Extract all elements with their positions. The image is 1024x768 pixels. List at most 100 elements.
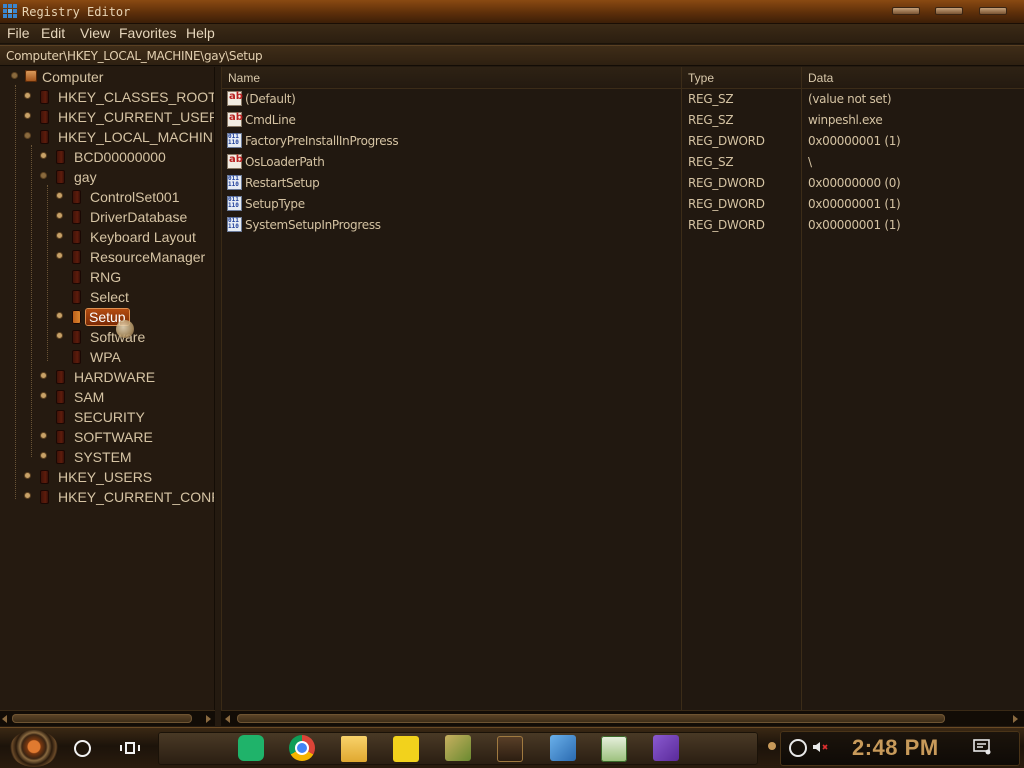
menu-favorites[interactable]: Favorites [119,25,177,41]
minimize-button[interactable] [892,7,920,15]
tree-label: ControlSet001 [90,189,180,205]
file-explorer-icon[interactable] [341,736,367,762]
expand-icon[interactable] [40,452,47,459]
scroll-left-icon[interactable] [225,715,230,723]
tree-node-hkey-current-config[interactable]: HKEY_CURRENT_CONFIG [0,487,214,507]
expand-icon[interactable] [56,192,63,199]
chrome-center [297,743,307,753]
close-button[interactable] [979,7,1007,15]
expand-icon[interactable] [24,92,31,99]
collapse-icon[interactable] [24,132,31,139]
folder-icon [40,130,49,144]
mouse-cursor [116,320,134,338]
value-data: 0x00000001 (1) [808,134,901,148]
expand-icon[interactable] [56,232,63,239]
column-header-name[interactable]: Name [222,67,681,89]
start-button[interactable] [10,730,58,767]
folder-icon [56,390,65,404]
tree-node-bcd[interactable]: BCD00000000 [0,147,214,167]
values-list[interactable]: Name Type Data ab (Default) REG_SZ (valu… [221,67,1024,710]
scroll-right-icon[interactable] [206,715,211,723]
maximize-button[interactable] [935,7,963,15]
volume-muted-icon[interactable] [812,739,828,755]
expand-icon[interactable] [56,252,63,259]
sway-app-icon[interactable] [238,735,264,761]
tree-node-hardware[interactable]: HARDWARE [0,367,214,387]
scrollbar-thumb[interactable] [12,714,192,723]
cube-app-icon[interactable] [550,735,576,761]
column-header-type[interactable]: Type [682,67,801,89]
title-bar[interactable]: Registry Editor [0,0,1024,24]
scroll-left-icon[interactable] [2,715,7,723]
tree-node-keyboard-layout[interactable]: Keyboard Layout [0,227,214,247]
search-circle-icon[interactable] [74,740,91,757]
value-row[interactable]: ab (Default) REG_SZ (value not set) [222,89,1024,110]
tree-node-resourcemanager[interactable]: ResourceManager [0,247,214,267]
tree-node-system[interactable]: SYSTEM [0,447,214,467]
tree-label: Computer [42,69,104,85]
menu-file[interactable]: File [7,25,30,41]
tree-node-rng[interactable]: RNG [0,267,214,287]
key-tree[interactable]: Computer HKEY_CLASSES_ROOT HKEY_CURRENT_… [0,67,215,710]
tree-node-computer[interactable]: Computer [0,67,214,87]
value-row[interactable]: ab CmdLine REG_SZ winpeshl.exe [222,110,1024,131]
list-horizontal-scrollbar[interactable] [221,710,1024,726]
tree-node-gay[interactable]: gay [0,167,214,187]
expand-icon[interactable] [56,212,63,219]
expand-icon[interactable] [56,332,63,339]
expand-icon[interactable] [56,312,63,319]
tree-node-software-sub[interactable]: Software [0,327,214,347]
menu-help[interactable]: Help [186,25,215,41]
tree-node-select[interactable]: Select [0,287,214,307]
collapse-icon[interactable] [11,72,18,79]
tree-node-wpa[interactable]: WPA [0,347,214,367]
taskbar-clock[interactable]: 2:48 PM [852,735,939,761]
globe-network-icon[interactable] [789,739,807,757]
tray-overflow-icon[interactable] [768,742,776,750]
expand-icon[interactable] [24,472,31,479]
icon-glyph: 011 110 [228,196,239,209]
value-type: REG_DWORD [688,218,765,232]
value-row[interactable]: ab OsLoaderPath REG_SZ \ [222,152,1024,173]
scrollbar-thumb[interactable] [237,714,945,723]
visual-studio-icon[interactable] [653,735,679,761]
value-row[interactable]: 011 110 SystemSetupInProgress REG_DWORD … [222,215,1024,236]
task-view-icon[interactable] [120,739,140,757]
address-path[interactable]: Computer\HKEY_LOCAL_MACHINE\gay\Setup [6,49,263,63]
menu-edit[interactable]: Edit [41,25,65,41]
tree-horizontal-scrollbar[interactable] [0,710,215,726]
icon-glyph: ab [229,91,243,102]
tree-node-sam[interactable]: SAM [0,387,214,407]
expand-icon[interactable] [24,492,31,499]
notification-center-icon[interactable] [973,739,991,755]
chrome-app-icon[interactable] [289,735,315,761]
tree-node-hkey-classes-root[interactable]: HKEY_CLASSES_ROOT [0,87,215,107]
menu-view[interactable]: View [80,25,110,41]
sticky-notes-icon[interactable] [393,736,419,762]
tree-node-hkey-current-user[interactable]: HKEY_CURRENT_USER [0,107,214,127]
scroll-right-icon[interactable] [1013,715,1018,723]
value-row[interactable]: 011 110 RestartSetup REG_DWORD 0x0000000… [222,173,1024,194]
spreadsheet-app-icon[interactable] [601,736,627,762]
tree-node-controlset001[interactable]: ControlSet001 [0,187,214,207]
tree-node-software[interactable]: SOFTWARE [0,427,214,447]
expand-icon[interactable] [40,372,47,379]
expand-icon[interactable] [40,392,47,399]
tree-node-hkey-local-machine[interactable]: HKEY_LOCAL_MACHINE [0,127,214,147]
collapse-icon[interactable] [40,172,47,179]
column-header-data[interactable]: Data [802,67,1024,89]
tree-node-driverdatabase[interactable]: DriverDatabase [0,207,214,227]
expand-icon[interactable] [40,432,47,439]
tree-node-security[interactable]: SECURITY [0,407,214,427]
address-bar[interactable]: Computer\HKEY_LOCAL_MACHINE\gay\Setup [0,45,1024,66]
tree-node-hkey-users[interactable]: HKEY_USERS [0,467,214,487]
expand-icon[interactable] [40,152,47,159]
tree-label: HKEY_CLASSES_ROOT [58,89,215,105]
value-row[interactable]: 011 110 FactoryPreInstallInProgress REG_… [222,131,1024,152]
expand-icon[interactable] [24,112,31,119]
value-row[interactable]: 011 110 SetupType REG_DWORD 0x00000001 (… [222,194,1024,215]
tree-node-setup[interactable]: Setup [0,307,214,327]
calendar-widget-icon[interactable] [497,736,523,762]
value-type: REG_SZ [688,155,734,169]
game-app-icon[interactable] [445,735,471,761]
